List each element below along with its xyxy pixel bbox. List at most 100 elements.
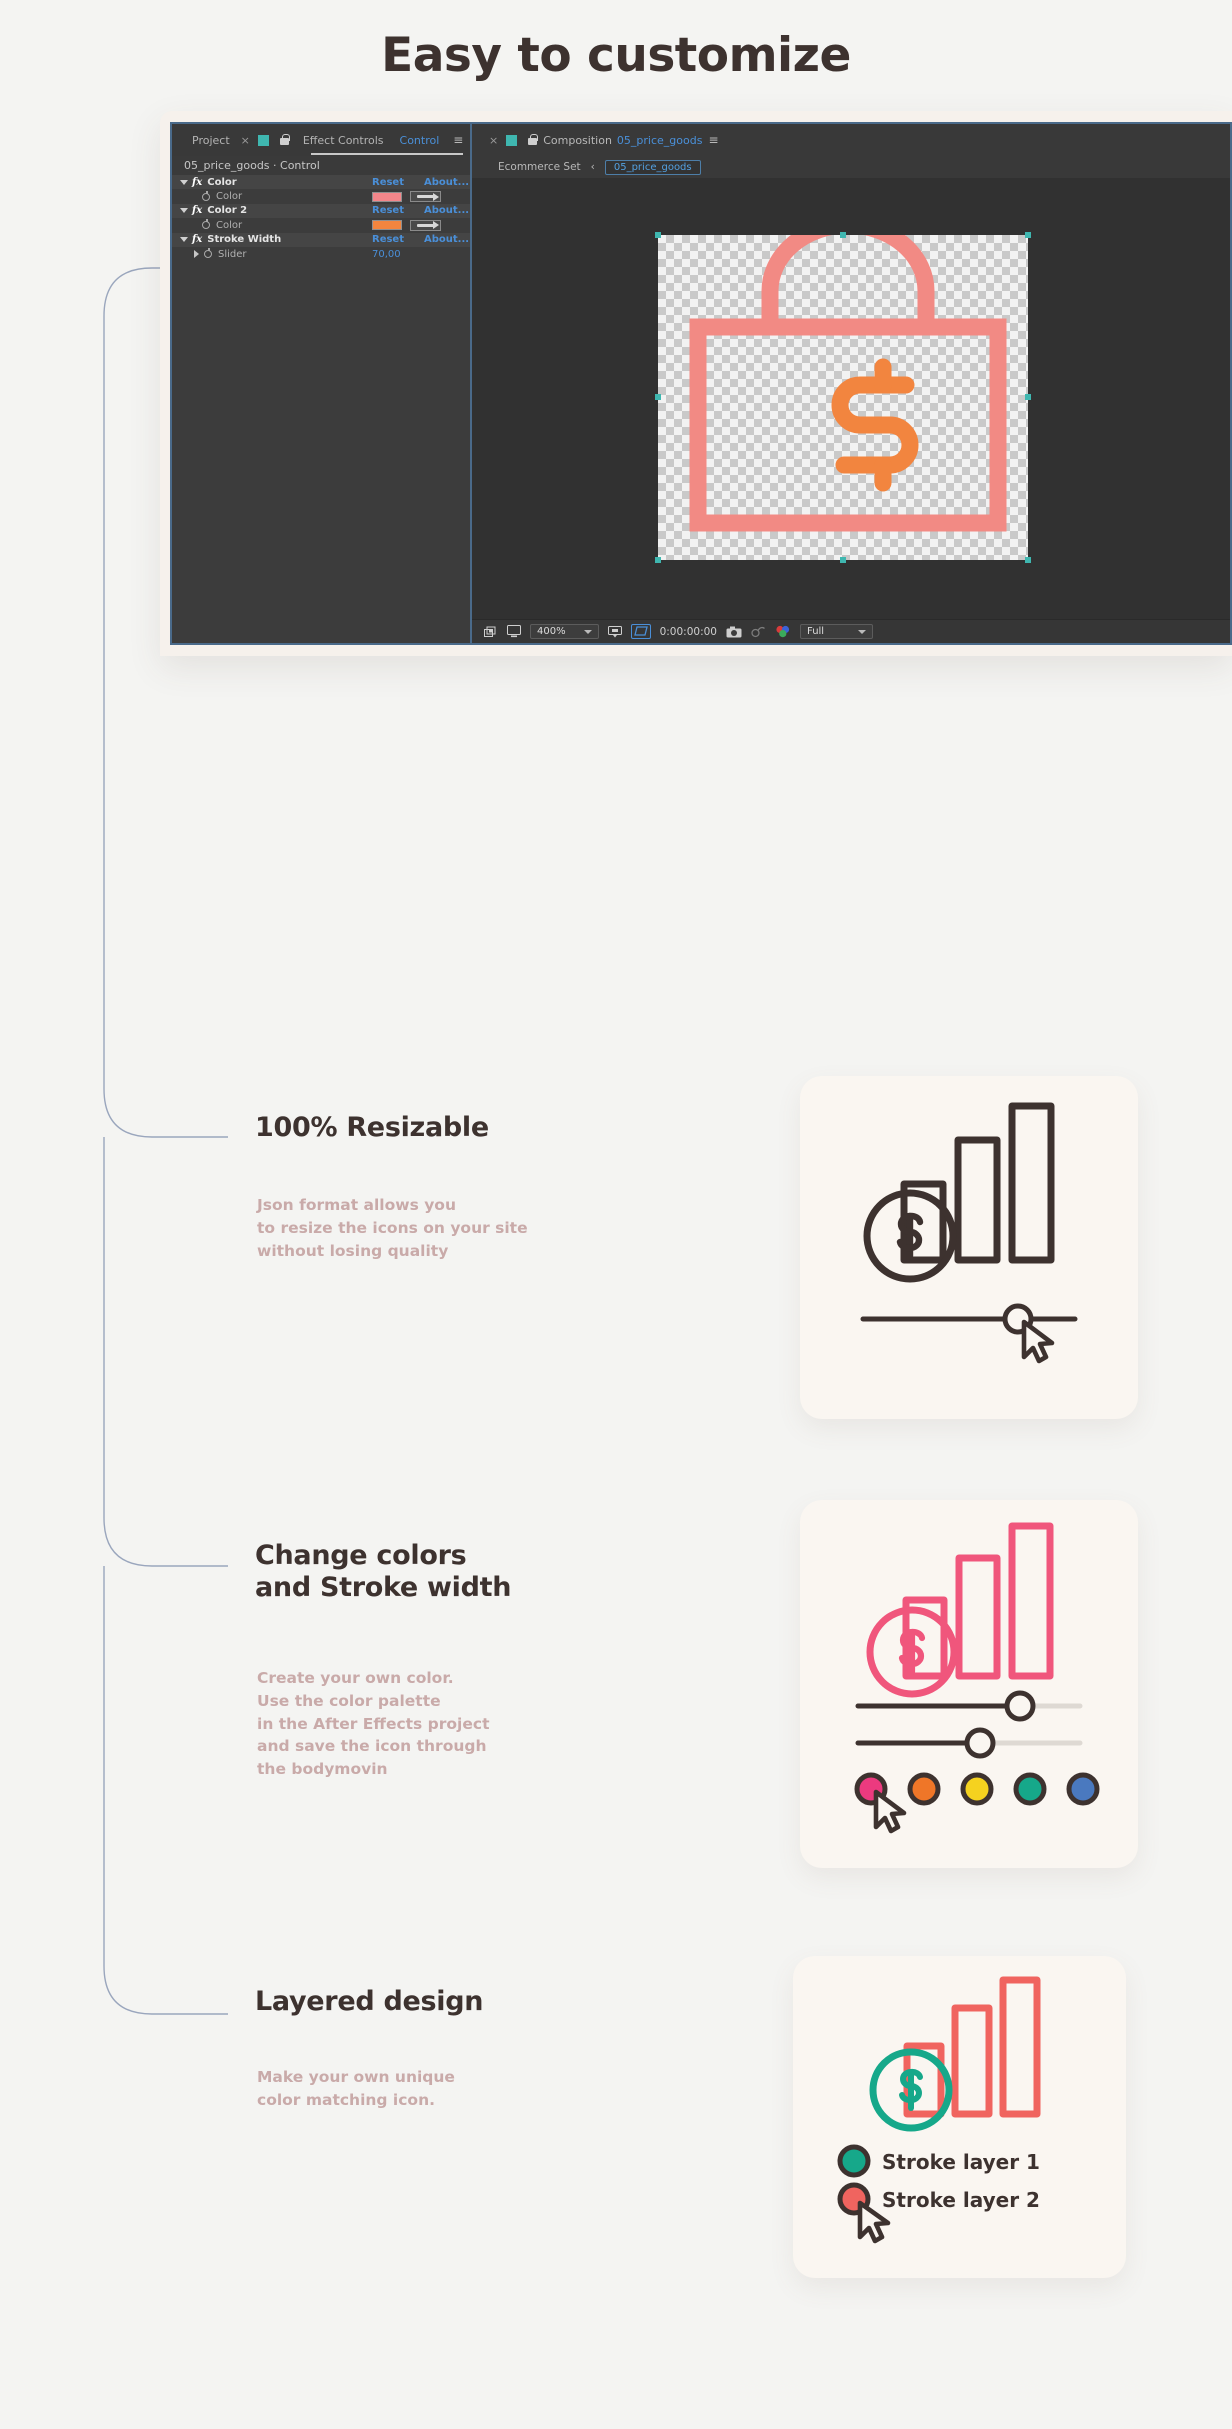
selection-handle[interactable]: [1025, 557, 1031, 563]
effect-name: Color 2: [207, 205, 248, 217]
composition-bottom-toolbar: 400% 0:00:00:00 Full: [472, 619, 1230, 643]
layered-design-illustration: Stroke layer 1 Stroke layer 2: [837, 1976, 1041, 2244]
disclosure-triangle-right-icon[interactable]: [194, 250, 199, 259]
composition-breadcrumb: Ecommerce Set ‹ 05_price_goods: [472, 156, 1230, 178]
reset-link[interactable]: Reset: [372, 177, 404, 188]
disclosure-triangle-icon[interactable]: [180, 237, 188, 243]
composition-tab-prefix: Composition: [543, 133, 612, 147]
property-name: Color: [216, 191, 243, 203]
composition-canvas[interactable]: [472, 178, 1230, 619]
lock-icon[interactable]: [527, 134, 539, 146]
slider-value[interactable]: 70,00: [372, 249, 401, 260]
stopwatch-icon[interactable]: [204, 248, 212, 259]
resizable-illustration: [860, 1102, 1078, 1364]
zoom-level-value: 400%: [537, 626, 566, 637]
disclosure-triangle-icon[interactable]: [180, 208, 188, 214]
effect-property-color-1[interactable]: Color: [172, 189, 470, 204]
cursor-icon: [1021, 1319, 1055, 1364]
legend-dot[interactable]: [837, 2144, 871, 2178]
effect-controls-subtitle: 05_price_goods · Control: [172, 156, 470, 175]
close-icon[interactable]: ×: [486, 134, 501, 147]
chevron-down-icon: [858, 629, 867, 634]
effect-property-slider[interactable]: Slider 70,00: [172, 246, 470, 262]
composition-panel: × Composition 05_price_goods ≡ Ecommerce…: [472, 124, 1230, 643]
feature-2-title: Change colors and Stroke width: [255, 1540, 512, 1603]
snapshot-camera-icon[interactable]: [726, 626, 742, 638]
card-layered-design: Stroke layer 1 Stroke layer 2: [793, 1956, 1126, 2278]
change-colors-illustration: [854, 1522, 1100, 1834]
selection-handle[interactable]: [840, 232, 846, 238]
palette-dot[interactable]: [1013, 1772, 1047, 1806]
tab-control[interactable]: Control: [392, 134, 448, 147]
lock-icon[interactable]: [279, 134, 290, 146]
selection-handle[interactable]: [655, 394, 661, 400]
always-preview-icon[interactable]: [484, 626, 498, 638]
effect-property-color-2[interactable]: Color: [172, 218, 470, 233]
selection-handle[interactable]: [655, 557, 661, 563]
panel-menu-icon[interactable]: ≡: [708, 133, 718, 147]
fx-icon: fx: [192, 176, 203, 188]
selection-handle[interactable]: [840, 557, 846, 563]
feature-1-title: 100% Resizable: [255, 1112, 489, 1143]
palette-dot[interactable]: [1066, 1772, 1100, 1806]
feature-3-title: Layered design: [255, 1986, 484, 2017]
composition-tab-name[interactable]: 05_price_goods: [617, 134, 703, 147]
price-goods-icon-artwork: [689, 235, 1007, 532]
card-change-colors: [800, 1500, 1138, 1868]
composition-tabbar: × Composition 05_price_goods ≡: [472, 124, 1230, 156]
eyedropper-icon[interactable]: [410, 191, 441, 203]
selection-handle[interactable]: [1025, 394, 1031, 400]
tab-effect-controls[interactable]: Effect Controls: [295, 134, 392, 147]
fx-icon: fx: [192, 234, 203, 246]
legend-label-1: Stroke layer 1: [882, 2150, 1040, 2174]
resolution-select[interactable]: Full: [799, 624, 874, 639]
legend-label-2: Stroke layer 2: [882, 2188, 1040, 2212]
color-swatch[interactable]: [372, 191, 402, 202]
stopwatch-icon[interactable]: [202, 190, 210, 201]
effect-header-color[interactable]: fx Color Reset About...: [172, 175, 470, 190]
effect-controls-tabbar: Project × Effect Controls Control ≡: [172, 124, 470, 156]
chevron-down-icon: [583, 629, 592, 634]
feature-1-body: Json format allows you to resize the ico…: [257, 1196, 528, 1260]
selection-handle[interactable]: [1025, 232, 1031, 238]
tab-project[interactable]: Project: [184, 134, 238, 147]
cursor-icon: [873, 1789, 907, 1834]
effects-list: fx Color Reset About... Color fx Color 2: [172, 175, 470, 643]
about-link[interactable]: About...: [424, 234, 469, 245]
tab-underline: [311, 153, 463, 155]
reset-link[interactable]: Reset: [372, 205, 404, 216]
selection-handle[interactable]: [655, 232, 661, 238]
reset-link[interactable]: Reset: [372, 234, 404, 245]
zoom-level-select[interactable]: 400%: [530, 624, 599, 639]
breadcrumb-root[interactable]: Ecommerce Set: [498, 161, 581, 173]
effect-header-color-2[interactable]: fx Color 2 Reset About...: [172, 203, 470, 219]
card-resizable: [800, 1076, 1138, 1419]
timecode-value[interactable]: 0:00:00:00: [660, 626, 717, 638]
eyedropper-icon[interactable]: [410, 219, 441, 231]
after-effects-window: Project × Effect Controls Control ≡ 05_p…: [160, 111, 1232, 656]
breadcrumb-separator-icon: ‹: [590, 161, 595, 173]
palette-dot[interactable]: [907, 1772, 941, 1806]
feature-3-body: Make your own unique color matching icon…: [257, 2068, 455, 2109]
ae-window-inner: Project × Effect Controls Control ≡ 05_p…: [170, 122, 1232, 645]
transparency-checkerboard: [655, 232, 1031, 563]
main-viewer-icon[interactable]: [507, 625, 521, 638]
breadcrumb-current[interactable]: 05_price_goods: [604, 159, 701, 175]
composition-swatch-icon: [257, 134, 269, 146]
show-snapshot-icon[interactable]: [751, 626, 766, 638]
close-icon[interactable]: ×: [238, 134, 253, 147]
palette-dot[interactable]: [960, 1772, 994, 1806]
channels-rgb-icon[interactable]: [775, 625, 791, 638]
effect-header-stroke-width[interactable]: fx Stroke Width Reset About...: [172, 232, 470, 247]
region-of-interest-icon[interactable]: [630, 624, 651, 639]
property-name: Color: [216, 219, 243, 231]
effect-controls-panel: Project × Effect Controls Control ≡ 05_p…: [172, 124, 472, 643]
page-title: Easy to customize: [381, 28, 851, 83]
panel-menu-icon[interactable]: ≡: [453, 133, 463, 147]
disclosure-triangle-icon[interactable]: [180, 179, 188, 185]
about-link[interactable]: About...: [424, 205, 469, 216]
resolution-icon[interactable]: [607, 625, 622, 638]
stopwatch-icon[interactable]: [202, 219, 210, 230]
about-link[interactable]: About...: [424, 177, 469, 188]
color-swatch[interactable]: [372, 220, 402, 231]
